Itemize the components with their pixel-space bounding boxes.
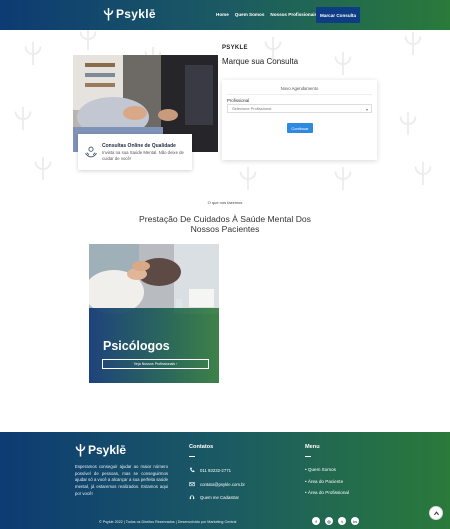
chevron-down-icon: ▾ bbox=[365, 107, 368, 112]
main-nav: Home Quem Somos Nossos Profissionais bbox=[216, 12, 317, 17]
service-card-psychologists[interactable]: Psicólogos Veja Nossos Profissionais › bbox=[89, 244, 219, 383]
contact-email[interactable]: contato@psykle.com.br bbox=[189, 481, 245, 487]
psi-logo-icon bbox=[75, 444, 86, 457]
site-header: Psyklē Home Quem Somos Nossos Profission… bbox=[0, 0, 450, 30]
footer-description: Esperamos conseguir ajudar ao maior núme… bbox=[75, 464, 168, 496]
nav-home[interactable]: Home bbox=[216, 12, 229, 17]
linkedin-icon[interactable]: in bbox=[351, 517, 359, 525]
nav-profissionais[interactable]: Nossos Profissionais bbox=[270, 12, 317, 17]
pattern-logo-icon bbox=[34, 156, 52, 181]
pattern-logo-icon bbox=[334, 51, 352, 76]
service-card-title: Psicólogos bbox=[103, 339, 170, 353]
footer-menu-item[interactable]: • Área do Profissional bbox=[305, 490, 349, 495]
contacts-heading: Contatos bbox=[189, 444, 214, 450]
book-consultation-button[interactable]: Marcar Consulta bbox=[316, 7, 360, 23]
pattern-logo-icon bbox=[79, 30, 97, 51]
facebook-icon[interactable]: f bbox=[312, 517, 320, 525]
divider bbox=[305, 456, 311, 457]
pattern-logo-icon bbox=[24, 41, 42, 66]
pattern-logo-icon bbox=[414, 161, 432, 186]
services-kicker: O que nós fazemos bbox=[207, 200, 243, 205]
contact-email-text: contato@psykle.com.br bbox=[200, 481, 245, 487]
pattern-logo-icon bbox=[239, 166, 257, 190]
menu-heading: Menu bbox=[305, 444, 320, 450]
caption-text: Invista na sua Saúde Mental. Não deixe d… bbox=[102, 149, 184, 161]
footer-menu-item[interactable]: • Área do Paciente bbox=[305, 479, 343, 484]
footer-menu-item[interactable]: • Quem Somos bbox=[305, 467, 336, 472]
site-footer: Psyklē Esperamos conseguir ajudar ao mai… bbox=[0, 432, 450, 529]
pattern-logo-icon bbox=[334, 166, 352, 190]
phone-icon bbox=[190, 467, 195, 473]
booking-form: Novo Agendamento Profissional Selecione … bbox=[222, 80, 377, 160]
see-professionals-button[interactable]: Veja Nossos Profissionais › bbox=[102, 359, 209, 369]
professional-select[interactable]: Selecione Profissional ▾ bbox=[227, 104, 372, 113]
form-card-title: Novo Agendamento bbox=[280, 86, 319, 91]
headset-icon bbox=[189, 495, 195, 500]
envelope-icon bbox=[189, 482, 195, 487]
contact-phone[interactable]: 011 93232-2771 bbox=[189, 467, 231, 473]
pattern-logo-icon bbox=[399, 111, 417, 136]
professional-select-value: Selecione Profissional bbox=[232, 106, 272, 111]
form-brand-label: PSYKLE bbox=[222, 45, 248, 51]
pattern-logo-icon bbox=[14, 106, 32, 131]
continue-button[interactable]: Continuar bbox=[287, 123, 313, 133]
scroll-to-top-button[interactable] bbox=[429, 506, 443, 520]
contact-register-text: Quem me Cadastrar bbox=[200, 494, 239, 500]
footer-logo[interactable]: Psyklē bbox=[75, 443, 126, 457]
pattern-logo-icon bbox=[404, 31, 422, 56]
form-heading: Marque sua Consulta bbox=[222, 57, 299, 66]
twitter-icon[interactable]: t bbox=[338, 517, 346, 525]
footer-logo-text: Psyklē bbox=[88, 443, 127, 457]
chevron-up-icon bbox=[433, 510, 439, 515]
instagram-icon[interactable]: ◎ bbox=[325, 517, 333, 525]
caption-title: Consultas Online de Qualidade bbox=[102, 142, 176, 149]
professional-label: Profissional bbox=[227, 98, 250, 103]
contact-phone-text: 011 93232-2771 bbox=[200, 467, 231, 473]
contact-register[interactable]: Quem me Cadastrar bbox=[189, 494, 239, 500]
caring-hands-icon bbox=[85, 146, 97, 158]
hero-caption-card: Consultas Online de Qualidade Invista na… bbox=[78, 134, 192, 170]
psi-logo-icon bbox=[103, 8, 114, 21]
header-logo[interactable]: Psyklē bbox=[103, 7, 156, 21]
services-title: Prestação De Cuidados À Saúde Mental Dos… bbox=[0, 214, 450, 235]
nav-quem-somos[interactable]: Quem Somos bbox=[235, 12, 265, 17]
logo-text: Psyklē bbox=[116, 7, 156, 21]
divider bbox=[189, 456, 195, 457]
divider bbox=[227, 94, 372, 95]
copyright: © Psykle 2022 | Todos os Direitos Reserv… bbox=[99, 520, 237, 524]
services-title-line: Nossos Pacientes bbox=[190, 223, 260, 234]
